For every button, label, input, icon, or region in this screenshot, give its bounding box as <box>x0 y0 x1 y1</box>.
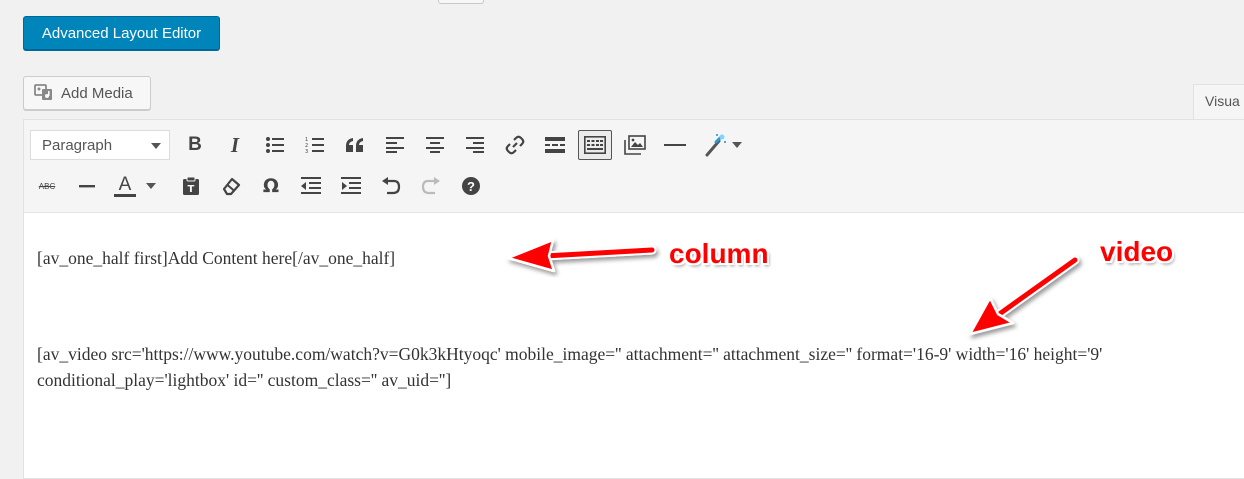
text-color-button[interactable]: A <box>110 171 160 201</box>
paste-text-icon: T <box>183 176 199 195</box>
numbered-list-button[interactable]: 1 2 3 <box>298 130 332 160</box>
toolbar-toggle-button[interactable] <box>578 130 612 160</box>
editor: Paragraph B I 1 2 3 ABC A T Ω ? [av_one_… <box>23 119 1244 479</box>
gallery-button[interactable] <box>618 130 652 160</box>
add-media-icon <box>34 81 54 105</box>
strikethrough-icon: ABC <box>38 181 56 191</box>
svg-text:T: T <box>188 184 195 195</box>
horizontal-rule-icon <box>79 185 95 188</box>
horizontal-line-button[interactable] <box>658 130 692 160</box>
align-right-button[interactable] <box>458 130 492 160</box>
editor-line-column-shortcode: [av_one_half first]Add Content here[/av_… <box>37 248 396 268</box>
read-more-button[interactable] <box>538 130 572 160</box>
add-media-label: Add Media <box>61 84 133 102</box>
strikethrough-button[interactable]: ABC <box>30 171 64 201</box>
read-more-icon <box>545 137 565 153</box>
editor-line-video-shortcode: [av_video src='https://www.youtube.com/w… <box>37 344 1103 390</box>
help-button[interactable]: ? <box>454 171 488 201</box>
special-character-button[interactable]: Ω <box>254 171 288 201</box>
add-media-button[interactable]: Add Media <box>23 76 151 110</box>
text-color-glyph: A <box>118 173 132 195</box>
toolbar-toggle-icon <box>584 136 606 154</box>
chevron-down-icon <box>151 143 161 149</box>
align-left-button[interactable] <box>378 130 412 160</box>
paste-text-button[interactable]: T <box>174 171 208 201</box>
outdent-icon <box>301 177 321 194</box>
bullet-list-icon <box>266 137 284 153</box>
format-select-value: Paragraph <box>42 137 113 154</box>
italic-button[interactable]: I <box>218 130 252 160</box>
italic-icon: I <box>230 132 240 157</box>
editor-toolbar: Paragraph B I 1 2 3 ABC A T Ω ? <box>24 120 1244 213</box>
clear-formatting-icon <box>222 177 241 196</box>
horizontal-line-icon <box>664 144 686 146</box>
outdent-button[interactable] <box>294 171 328 201</box>
blockquote-button[interactable] <box>338 130 372 160</box>
text-color-icon: A <box>114 173 136 197</box>
column-annotation-label: column <box>669 238 769 269</box>
link-button[interactable] <box>498 130 532 160</box>
omega-icon: Ω <box>262 175 280 197</box>
gallery-icon <box>624 135 646 155</box>
svg-text:3: 3 <box>305 149 308 154</box>
numbered-list-icon: 1 2 3 <box>305 137 324 154</box>
horizontal-rule-button[interactable] <box>70 171 104 201</box>
help-icon: ? <box>462 177 480 195</box>
undo-button[interactable] <box>374 171 408 201</box>
align-right-icon <box>466 137 484 153</box>
bold-icon: B <box>188 134 202 155</box>
magic-wand-button[interactable] <box>698 130 748 160</box>
align-center-icon <box>426 137 444 153</box>
indent-button[interactable] <box>334 171 368 201</box>
align-left-icon <box>386 137 404 153</box>
chevron-down-icon <box>146 183 156 189</box>
redo-icon <box>421 177 440 195</box>
align-center-button[interactable] <box>418 130 452 160</box>
redo-button[interactable] <box>414 171 448 201</box>
bullet-list-button[interactable] <box>258 130 292 160</box>
indent-icon <box>341 177 361 194</box>
undo-icon <box>382 177 401 195</box>
text-color-swatch <box>114 193 136 197</box>
blockquote-icon <box>346 138 363 152</box>
magic-wand-icon <box>705 134 726 157</box>
video-annotation-label: video <box>1100 236 1174 267</box>
tab-visual[interactable]: Visua <box>1193 84 1244 120</box>
chevron-down-icon <box>732 142 742 148</box>
format-select[interactable]: Paragraph <box>30 130 170 160</box>
bold-button[interactable]: B <box>178 130 212 160</box>
link-icon <box>505 135 525 155</box>
advanced-layout-editor-button[interactable]: Advanced Layout Editor <box>23 16 220 50</box>
clear-formatting-button[interactable] <box>214 171 248 201</box>
top-edge-control <box>438 0 484 4</box>
